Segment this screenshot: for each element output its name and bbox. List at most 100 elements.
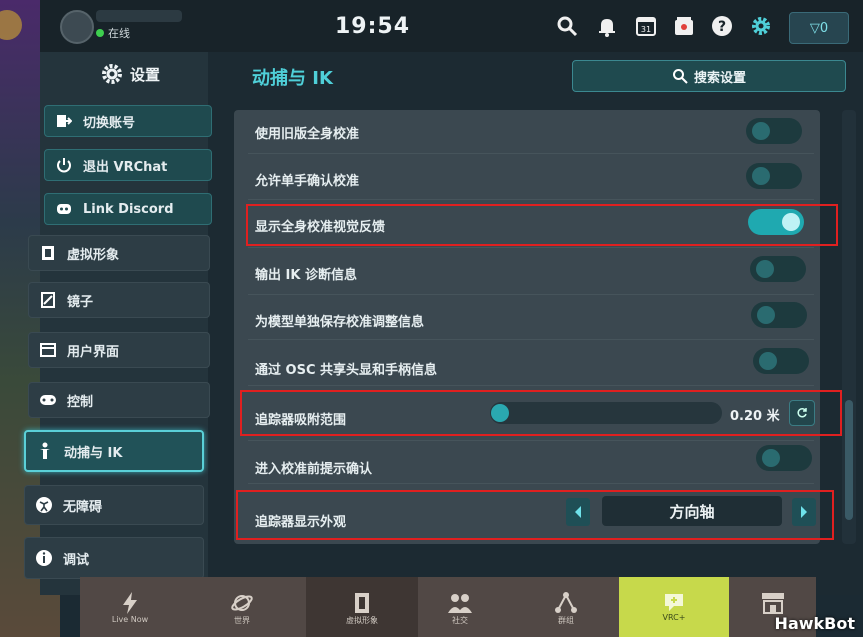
setting-label: 为模型单独保存校准调整信息 — [255, 315, 425, 330]
vrc-credit-icon: ▽ — [809, 20, 820, 36]
search-settings-button[interactable]: 搜索设置 — [572, 60, 846, 92]
toggle-knob — [757, 306, 775, 324]
dock-worlds[interactable]: 世界 — [192, 577, 292, 637]
username-redacted — [96, 10, 182, 22]
toggle-legacy-fbt-calibration[interactable] — [746, 118, 802, 144]
sidebar-item-user-interface[interactable]: 用户界面 — [28, 332, 210, 368]
toggle-knob — [762, 449, 780, 467]
ui-icon — [39, 341, 57, 359]
dock-label: 社交 — [452, 616, 468, 625]
highlight-box — [240, 390, 842, 436]
groups-icon — [555, 592, 577, 613]
setting-label: 通过 OSC 共享头显和手柄信息 — [255, 363, 438, 378]
divider — [248, 483, 814, 484]
sidebar-item-label: 镜子 — [67, 294, 94, 310]
dock-label: 群组 — [558, 616, 574, 625]
gear-icon — [102, 64, 122, 84]
dock-label: Live Now — [111, 615, 149, 624]
toggle-one-hand-calibration[interactable] — [746, 163, 802, 189]
help-icon[interactable]: ? — [710, 14, 734, 38]
sidebar-item-label: 无障碍 — [63, 499, 103, 515]
sidebar-item-label: 控制 — [67, 394, 94, 410]
search-settings-label: 搜索设置 — [693, 70, 746, 86]
bell-icon[interactable] — [595, 14, 619, 38]
sidebar-item-tracking-ik[interactable]: 动捕与 IK — [24, 430, 204, 472]
sidebar-item-controls[interactable]: 控制 — [28, 382, 210, 418]
setting-label: 输出 IK 诊断信息 — [255, 268, 357, 283]
top-bar: 在线 19:54 31 ? ▽ 0 — [40, 0, 863, 52]
dock-vrc-plus[interactable]: VRC+ — [619, 577, 729, 637]
dock-live-now[interactable]: Live Now — [80, 577, 180, 637]
mirror-icon — [39, 291, 57, 309]
dock-groups[interactable]: 群组 — [516, 577, 616, 637]
highlight-box — [236, 490, 834, 540]
info-icon — [35, 549, 53, 567]
divider — [248, 440, 814, 441]
setting-label: 进入校准前提示确认 — [255, 462, 373, 477]
toggle-ik-diagnostics[interactable] — [750, 256, 806, 282]
svg-text:?: ? — [718, 19, 726, 35]
power-icon — [55, 156, 73, 174]
toggle-knob — [756, 260, 774, 278]
sidebar-item-label: Link Discord — [83, 201, 174, 217]
vrc-credits-button[interactable]: ▽ 0 — [789, 12, 849, 44]
avatar-icon — [355, 593, 369, 613]
page-title: 动捕与 IK — [252, 68, 333, 89]
sidebar-item-switch-account[interactable]: 切换账号 — [44, 105, 212, 137]
dock-label: VRC+ — [662, 613, 686, 622]
sidebar-item-label: 调试 — [63, 552, 90, 568]
sidebar-item-label: 动捕与 IK — [64, 445, 123, 461]
highlight-box — [246, 204, 838, 246]
status-text: 在线 — [108, 27, 130, 40]
clock: 19:54 — [335, 14, 411, 39]
sidebar-item-label: 虚拟形象 — [67, 247, 120, 263]
search-icon[interactable] — [555, 14, 579, 38]
gamepad-icon — [39, 391, 57, 409]
toggle-knob — [759, 352, 777, 370]
toggle-osc-share[interactable] — [753, 348, 809, 374]
background-decoration — [0, 10, 22, 40]
toggle-knob — [752, 122, 770, 140]
sidebar-item-label: 用户界面 — [67, 344, 120, 360]
dock-avatars[interactable]: 虚拟形象 — [306, 577, 418, 637]
sidebar-item-avatar[interactable]: 虚拟形象 — [28, 235, 210, 271]
search-icon — [672, 69, 688, 84]
toggle-knob — [752, 167, 770, 185]
sidebar-item-debug[interactable]: 调试 — [24, 537, 204, 579]
sidebar-item-accessibility[interactable]: 无障碍 — [24, 485, 204, 525]
sidebar-item-label: 切换账号 — [83, 115, 136, 131]
divider — [248, 385, 814, 386]
scrollbar[interactable] — [842, 110, 856, 544]
person-icon — [36, 442, 54, 460]
avatar-icon — [39, 244, 57, 262]
calendar-icon[interactable]: 31 — [634, 14, 658, 38]
planet-icon — [231, 595, 253, 611]
store-icon — [762, 593, 784, 614]
scrollbar-thumb[interactable] — [845, 400, 853, 520]
setting-label: 允许单手确认校准 — [255, 174, 360, 189]
switch-account-icon — [55, 112, 73, 130]
setting-label: 使用旧版全身校准 — [255, 127, 360, 142]
vrc-balance: 0 — [819, 20, 829, 36]
sidebar-item-link-discord[interactable]: Link Discord — [44, 193, 212, 225]
divider — [248, 199, 814, 200]
lightning-icon — [123, 592, 137, 614]
avatar[interactable] — [60, 10, 94, 44]
store-icon[interactable] — [672, 14, 696, 38]
sidebar-item-mirror[interactable]: 镜子 — [28, 282, 210, 318]
sidebar-item-exit-vrchat[interactable]: 退出 VRChat — [44, 149, 212, 181]
dock-social[interactable]: 社交 — [410, 577, 510, 637]
vrc-plus-icon — [665, 594, 683, 611]
divider — [248, 294, 814, 295]
online-dot-icon — [96, 29, 104, 37]
bottom-dock: Live Now 世界 虚拟形象 社交 群组 VRC+ — [80, 577, 816, 637]
gear-icon[interactable] — [749, 14, 773, 38]
dock-label: 虚拟形象 — [346, 616, 378, 625]
dock-label: 世界 — [234, 616, 250, 625]
divider — [248, 247, 814, 248]
accessibility-icon — [35, 496, 53, 514]
toggle-per-avatar-calibration[interactable] — [751, 302, 807, 328]
watermark: HawkBot — [774, 614, 855, 633]
toggle-confirm-before-calibration[interactable] — [756, 445, 812, 471]
people-icon — [448, 594, 472, 613]
